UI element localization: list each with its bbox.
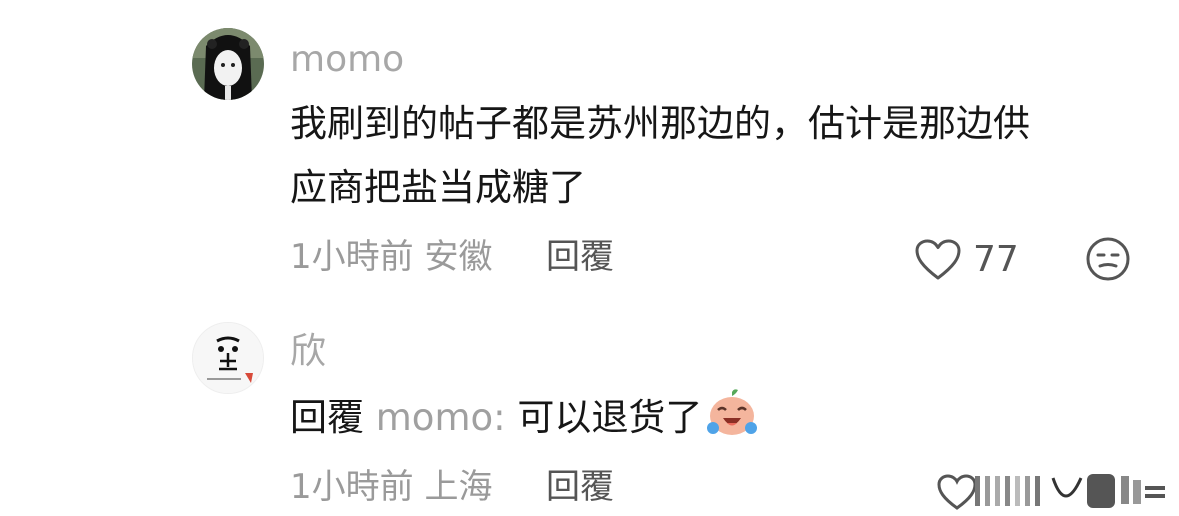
- avatar-xin[interactable]: [192, 322, 264, 394]
- mention-username[interactable]: momo:: [376, 396, 506, 439]
- avatar-momo[interactable]: [192, 28, 264, 100]
- comment-username[interactable]: momo: [290, 42, 404, 78]
- comment-text-line1: 我刷到的帖子都是苏州那边的，估计是那边供: [290, 102, 1030, 145]
- heart-outline-icon[interactable]: [914, 238, 962, 286]
- comment-time-location: 1小時前 安徽: [290, 237, 493, 277]
- neutral-face-icon[interactable]: [1085, 236, 1131, 286]
- comment-text: 回覆 momo: 可以退货了: [290, 388, 758, 454]
- reply-prefix: 回覆: [290, 396, 364, 439]
- reply-button[interactable]: 回覆: [546, 470, 614, 504]
- like-count: 77: [973, 239, 1019, 280]
- crying-laughing-face-emoji: [706, 388, 758, 454]
- comment-time-location: 1小時前 上海: [290, 467, 493, 507]
- bottom-action-row: [935, 458, 1175, 512]
- reply-text: 可以退货了: [505, 396, 703, 439]
- comment-text-line2: 应商把盐当成糖了: [290, 166, 586, 209]
- reply-button[interactable]: 回覆: [546, 240, 614, 274]
- comment-username[interactable]: 欣: [290, 334, 326, 370]
